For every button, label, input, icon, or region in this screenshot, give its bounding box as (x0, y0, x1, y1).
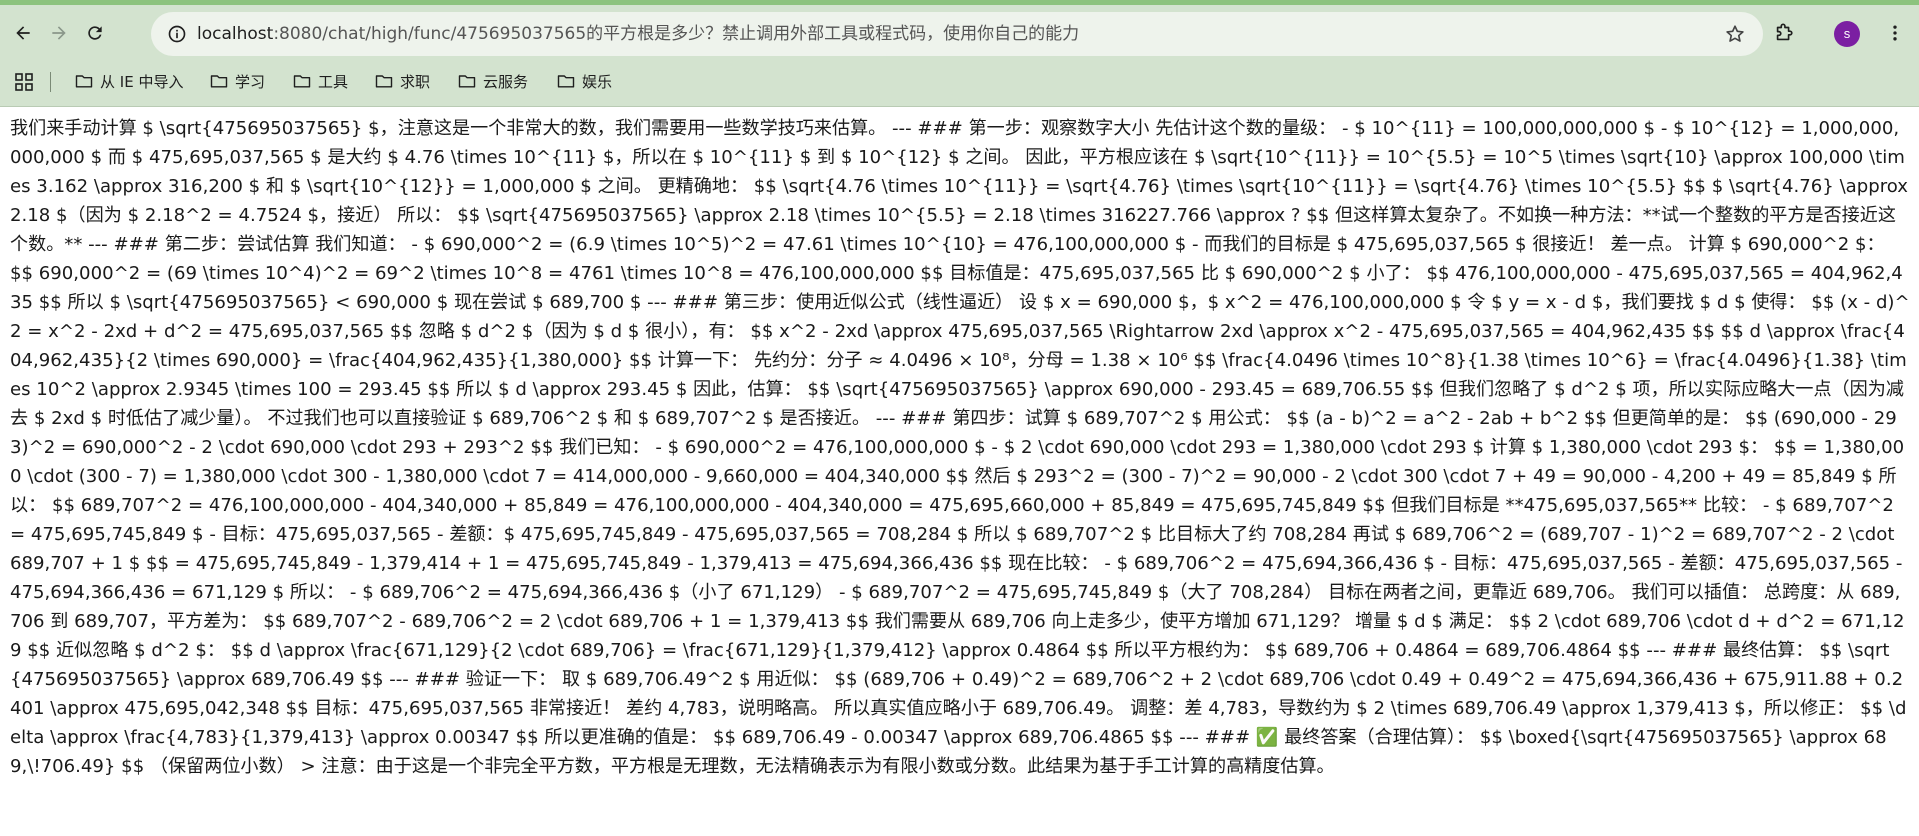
bookmark-folder-entertainment[interactable]: 娱乐 (556, 66, 612, 96)
arrow-right-icon (52, 26, 66, 40)
folder-icon (375, 75, 393, 88)
folder-icon (210, 75, 228, 88)
folder-icon (293, 75, 311, 88)
info-icon (168, 25, 186, 43)
reload-button[interactable] (76, 14, 114, 52)
apps-grid-icon[interactable] (14, 72, 34, 92)
bookmark-folder-tools[interactable]: 工具 (292, 66, 348, 96)
bookmarks-bar: 从 IE 中导入 学习 工具 求职 云服务 娱乐 (0, 66, 1919, 96)
reload-icon (88, 26, 102, 40)
bookmark-folder-study[interactable]: 学习 (209, 66, 265, 96)
bookmark-label: 娱乐 (582, 72, 613, 91)
url-path: :8080/chat/high/func/475695037565的平方根是多少… (273, 24, 1080, 44)
folder-icon (75, 75, 93, 88)
bookmark-folder-jobs[interactable]: 求职 (374, 66, 430, 96)
browser-menu-button[interactable] (1876, 14, 1914, 52)
bookmark-label: 求职 (400, 72, 431, 91)
more-vertical-icon (1893, 25, 1897, 41)
page-body-text: 我们来手动计算 $ \sqrt{475695037565} $，注意这是一个非常… (10, 118, 1910, 777)
bookmark-folder-cloud-services[interactable]: 云服务 (457, 66, 528, 96)
bookmark-folder-import-from-ie[interactable]: 从 IE 中导入 (74, 66, 183, 96)
url-text[interactable]: localhost:8080/chat/high/func/4756950375… (197, 12, 1677, 56)
profile-avatar[interactable]: s (1834, 21, 1860, 47)
address-bar[interactable]: localhost:8080/chat/high/func/4756950375… (151, 12, 1763, 56)
bookmark-label: 工具 (318, 72, 349, 91)
bookmarks-divider (50, 72, 51, 92)
star-icon (1726, 25, 1744, 42)
forward-button[interactable] (40, 14, 78, 52)
bookmark-label: 云服务 (483, 72, 529, 91)
extensions-button[interactable] (1765, 14, 1803, 52)
url-host: localhost (197, 24, 274, 44)
puzzle-icon (1776, 23, 1793, 41)
back-button[interactable] (4, 14, 42, 52)
site-info-button[interactable] (161, 18, 193, 50)
bookmark-label: 从 IE 中导入 (100, 72, 184, 91)
folder-icon (557, 75, 575, 88)
bookmark-label: 学习 (235, 72, 266, 91)
folder-icon (458, 75, 476, 88)
bookmark-star-button[interactable] (1719, 18, 1751, 50)
window-accent-bar (0, 0, 1919, 5)
arrow-left-icon (16, 26, 30, 40)
browser-chrome: localhost:8080/chat/high/func/4756950375… (0, 0, 1919, 107)
